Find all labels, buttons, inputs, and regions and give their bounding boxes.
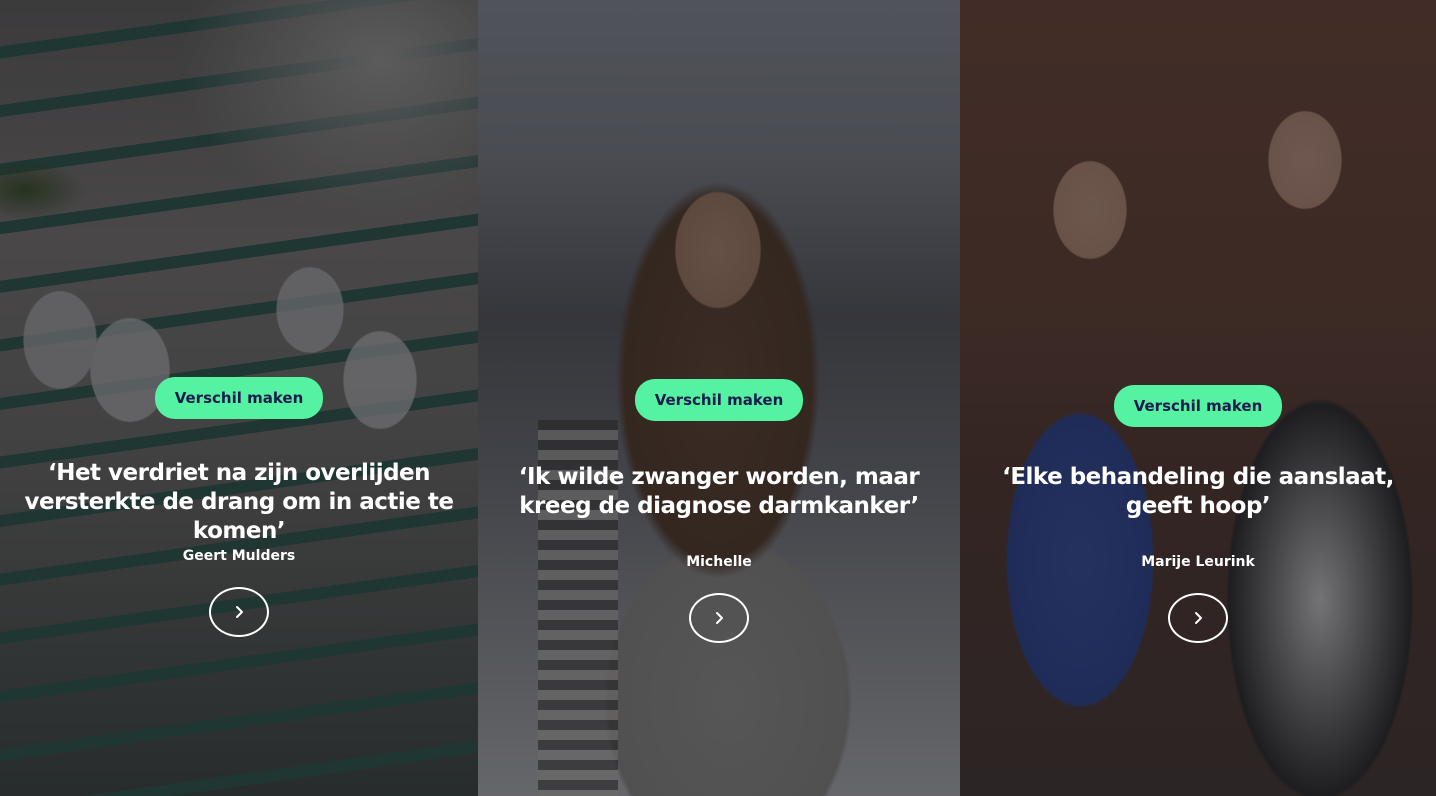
verschil-maken-button[interactable]: Verschil maken — [154, 377, 324, 419]
read-story-button[interactable] — [689, 593, 749, 643]
read-story-button[interactable] — [209, 587, 269, 637]
story-quote: ‘Ik wilde zwanger worden, maar kreeg de … — [518, 464, 920, 519]
story-card-michelle[interactable]: Verschil maken ‘Ik wilde zwanger worden,… — [478, 0, 960, 796]
read-story-button[interactable] — [1168, 593, 1228, 643]
story-author: Geert Mulders — [182, 548, 296, 564]
story-author: Marije Leurink — [1141, 554, 1255, 570]
chevron-right-icon — [236, 606, 243, 618]
story-quote: ‘Elke behandeling die aanslaat, geeft ho… — [1002, 464, 1394, 519]
story-card-content: Verschil maken ‘Elke behandeling die aan… — [960, 385, 1436, 643]
chevron-right-icon — [716, 612, 723, 624]
story-author: Michelle — [686, 554, 752, 570]
verschil-maken-button[interactable]: Verschil maken — [1113, 385, 1283, 427]
chevron-right-icon — [1195, 612, 1202, 624]
story-card-marije[interactable]: Verschil maken ‘Elke behandeling die aan… — [960, 0, 1436, 796]
story-quote: ‘Het verdriet na zijn overlijden verster… — [24, 460, 454, 544]
verschil-maken-button[interactable]: Verschil maken — [634, 379, 804, 421]
story-card-grid: Verschil maken ‘Het verdriet na zijn ove… — [0, 0, 1436, 796]
story-card-geert[interactable]: Verschil maken ‘Het verdriet na zijn ove… — [0, 0, 478, 796]
story-card-content: Verschil maken ‘Het verdriet na zijn ove… — [0, 377, 478, 637]
story-card-content: Verschil maken ‘Ik wilde zwanger worden,… — [478, 379, 960, 643]
